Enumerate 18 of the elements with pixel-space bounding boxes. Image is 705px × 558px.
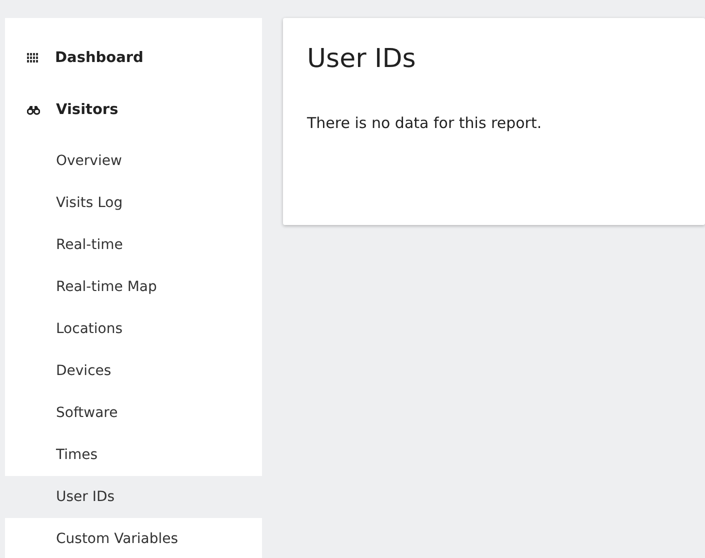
grid-icon	[27, 53, 39, 63]
sidebar-item[interactable]: Real-time Map	[5, 266, 262, 308]
sidebar-item[interactable]: Overview	[5, 140, 262, 182]
empty-message: There is no data for this report.	[307, 114, 543, 132]
sidebar-item[interactable]: Locations	[5, 308, 262, 350]
sidebar-item[interactable]: Custom Variables	[5, 518, 262, 558]
sidebar-item[interactable]: Devices	[5, 350, 262, 392]
sidebar-section-link[interactable]: Visitors	[5, 88, 262, 132]
sidebar-item[interactable]: Software	[5, 392, 262, 434]
sidebar-item[interactable]: Real-time	[5, 224, 262, 266]
sidebar-item[interactable]: Visits Log	[5, 182, 262, 224]
sidebar-item[interactable]: User IDs	[5, 476, 262, 518]
binoculars-icon	[27, 105, 40, 115]
sidebar-item[interactable]: Times	[5, 434, 262, 476]
section-label: Dashboard	[55, 50, 144, 66]
section-label: Visitors	[56, 102, 118, 118]
sidebar-section-link[interactable]: Dashboard	[5, 36, 262, 80]
report-title: User IDs	[307, 44, 417, 74]
